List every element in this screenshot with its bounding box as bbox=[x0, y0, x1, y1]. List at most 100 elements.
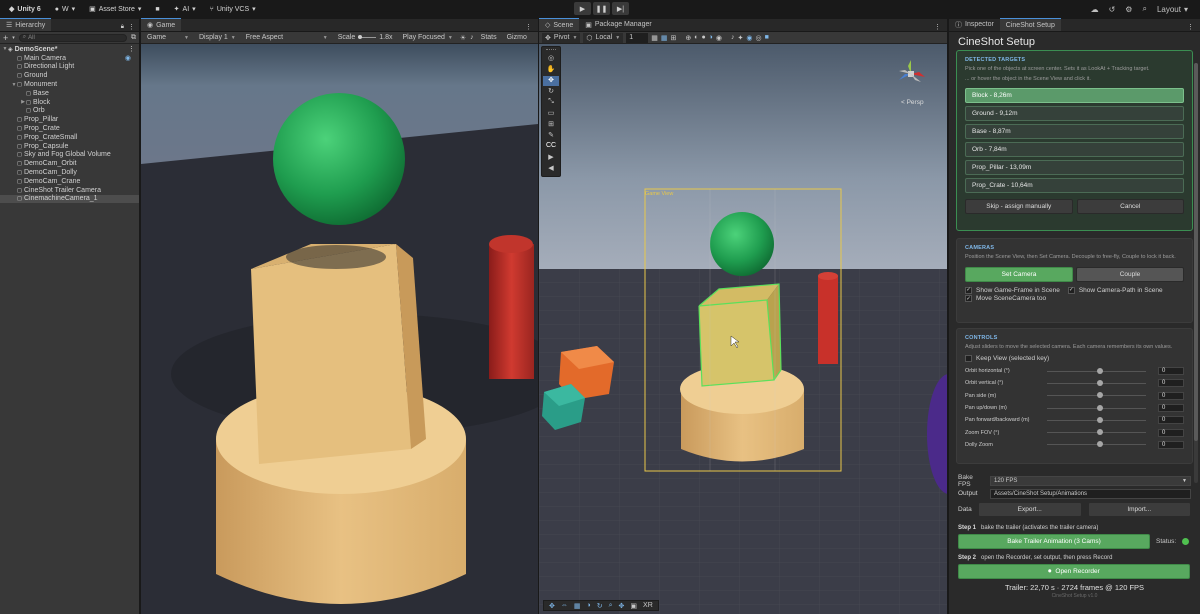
move-overlay-icon[interactable]: ✥ bbox=[549, 602, 555, 610]
hierarchy-item[interactable]: ◻ DemoCam_Crane bbox=[0, 177, 139, 186]
slider-value-field[interactable]: 0 bbox=[1158, 416, 1184, 425]
pivot-dropdown[interactable]: ✥ Pivot ▼ bbox=[542, 32, 581, 43]
pause-button[interactable]: ❚❚ bbox=[593, 2, 610, 15]
couple-button[interactable]: Couple bbox=[1076, 267, 1184, 282]
slider-knob[interactable] bbox=[1096, 441, 1103, 448]
slider-track[interactable] bbox=[1047, 379, 1146, 386]
show-camera-path-checkbox[interactable]: ✓ Show Camera-Path in Scene bbox=[1067, 285, 1163, 295]
more-icon[interactable]: ⋮ bbox=[525, 23, 538, 31]
slider-knob[interactable] bbox=[1096, 404, 1103, 411]
target-button[interactable]: Block - 8,26m bbox=[965, 88, 1184, 103]
play-button[interactable]: ▶ bbox=[574, 2, 591, 15]
target-button[interactable]: Prop_Pillar - 13,09m bbox=[965, 160, 1184, 175]
cc-button[interactable]: CC bbox=[546, 142, 556, 152]
slider-knob[interactable] bbox=[1096, 392, 1103, 399]
bake-fps-dropdown[interactable]: 120 FPS ▼ bbox=[990, 475, 1191, 486]
custom-tool-icon[interactable]: ✎ bbox=[548, 131, 554, 141]
slider-track[interactable] bbox=[1047, 441, 1146, 448]
add-icon[interactable]: + bbox=[3, 33, 8, 43]
scale-slider[interactable]: Scale 1.8x bbox=[335, 33, 396, 43]
visibility-icon[interactable]: ◉ bbox=[746, 34, 752, 42]
gizmo-icon[interactable]: ◎ bbox=[756, 34, 762, 42]
show-game-frame-checkbox[interactable]: ✓ Show Game-Frame in Scene bbox=[965, 285, 1060, 295]
bake-trailer-button[interactable]: Bake Trailer Animation (3 Cams) bbox=[958, 534, 1150, 549]
hierarchy-item[interactable]: ◻ Prop_Crate bbox=[0, 124, 139, 133]
snap-icon[interactable]: ▦ bbox=[661, 34, 668, 42]
slider-value-field[interactable]: 0 bbox=[1158, 428, 1184, 437]
view-tool-icon[interactable]: ◎ bbox=[548, 54, 554, 64]
game-viewport[interactable] bbox=[141, 44, 538, 614]
transform-tool-icon[interactable]: ⊞ bbox=[548, 120, 554, 130]
hand-tool-icon[interactable]: ✋ bbox=[547, 65, 556, 75]
zoom-overlay-icon[interactable]: ⌕ bbox=[609, 602, 613, 610]
effects-icon[interactable]: ◉ bbox=[716, 34, 722, 42]
ruler-overlay-icon[interactable]: ⇔ bbox=[561, 602, 568, 609]
scene-viewport[interactable]: Game View < Persp ◎ ✋ ✥ ↻ ⤡ ▭ ⊞ ✎ CC ▶ ◀… bbox=[539, 44, 947, 614]
grid-overlay-icon[interactable]: ▦ bbox=[574, 602, 581, 610]
cloud-icon[interactable]: ☁ bbox=[1091, 5, 1099, 14]
set-camera-button[interactable]: Set Camera bbox=[965, 267, 1073, 282]
back-overlay-icon[interactable]: ◀ bbox=[548, 164, 553, 174]
slider-track[interactable] bbox=[1047, 416, 1146, 423]
sphere-icon[interactable]: ● bbox=[701, 34, 705, 41]
layout-dropdown[interactable]: Layout ▾ bbox=[1157, 2, 1188, 16]
tab-package-manager[interactable]: ▣ Package Manager bbox=[579, 18, 657, 31]
view-globe-icon[interactable]: ⊕ bbox=[685, 34, 691, 42]
palette-grip[interactable] bbox=[546, 49, 556, 53]
unity-menu[interactable]: ◆ Unity 6 bbox=[4, 2, 46, 16]
slider-value-field[interactable]: 0 bbox=[1158, 367, 1184, 376]
output-field[interactable]: Assets/CineShot Setup/Animations bbox=[990, 488, 1191, 499]
orbit-overlay-icon[interactable]: ◑ bbox=[587, 602, 591, 609]
play-overlay-icon[interactable]: ▶ bbox=[548, 153, 553, 163]
audio-mute-icon[interactable]: ♪ bbox=[731, 34, 735, 41]
stats-toggle[interactable]: Stats bbox=[478, 33, 500, 43]
tab-game[interactable]: ◉ Game bbox=[141, 18, 182, 31]
vcs-dropdown[interactable]: ⑂ Unity VCS ▾ bbox=[205, 2, 261, 16]
slider-knob[interactable] bbox=[1096, 416, 1103, 423]
history-icon[interactable]: ↺ bbox=[1109, 5, 1116, 14]
cancel-button[interactable]: Cancel bbox=[1076, 199, 1184, 214]
xr-overlay-button[interactable]: XR bbox=[643, 602, 653, 609]
shading-icon[interactable]: ◐ bbox=[694, 34, 698, 41]
slider-track[interactable] bbox=[1047, 392, 1146, 399]
lock-icon[interactable]: 🔒︎ bbox=[121, 24, 128, 31]
hierarchy-item[interactable]: ◻ Directional Light bbox=[0, 63, 139, 72]
ai-dropdown[interactable]: ✦ AI ▾ bbox=[169, 2, 201, 16]
grid-icon[interactable]: ▦ bbox=[651, 34, 658, 42]
slider-track[interactable] bbox=[1047, 429, 1146, 436]
asset-store-dropdown[interactable]: ▣ Asset Store ▾ bbox=[84, 2, 146, 16]
hierarchy-item[interactable]: ◻ Prop_Capsule bbox=[0, 142, 139, 151]
tab-scene[interactable]: ◇ Scene bbox=[539, 18, 580, 31]
more-icon[interactable]: ⋮ bbox=[934, 23, 947, 31]
play-focused-dropdown[interactable]: Play Focused ▼ bbox=[400, 33, 456, 43]
game-mode-dropdown[interactable]: Game ▼ bbox=[144, 33, 192, 43]
slider-track[interactable] bbox=[1047, 367, 1146, 374]
screenshot-overlay-icon[interactable]: ▣ bbox=[630, 602, 637, 610]
hierarchy-item[interactable]: ▼ ◻ Monument bbox=[0, 80, 139, 89]
hierarchy-item[interactable]: ◻ Prop_CrateSmall bbox=[0, 133, 139, 142]
slider-value-field[interactable]: 0 bbox=[1158, 440, 1184, 449]
more-icon[interactable]: ⋮ bbox=[1187, 23, 1200, 31]
camera-visibility-icon[interactable]: ◉ bbox=[125, 54, 139, 62]
tab-cineshot-setup[interactable]: CineShot Setup bbox=[999, 18, 1061, 31]
hierarchy-search[interactable]: ⌕ All bbox=[18, 33, 127, 42]
rotate-tool-icon[interactable]: ↻ bbox=[548, 87, 554, 97]
hierarchy-item[interactable]: ◻ Base bbox=[0, 89, 139, 98]
slider-track[interactable] bbox=[1047, 404, 1146, 411]
bug-icon[interactable]: ☀ bbox=[460, 34, 466, 42]
tab-hierarchy[interactable]: ☰ Hierarchy bbox=[0, 18, 52, 31]
filter-icon[interactable]: ⧉ bbox=[131, 34, 136, 42]
aspect-dropdown[interactable]: Free Aspect ▼ bbox=[243, 33, 331, 43]
local-dropdown[interactable]: ⬡ Local ▼ bbox=[583, 32, 624, 43]
search-icon[interactable]: ⌕ bbox=[1142, 4, 1146, 14]
hierarchy-item[interactable]: ◻ DemoCam_Dolly bbox=[0, 168, 139, 177]
keep-view-checkbox[interactable]: Keep View (selected key) bbox=[965, 355, 1184, 362]
lighting-icon[interactable]: ◑ bbox=[709, 34, 713, 41]
import-button[interactable]: Import... bbox=[1087, 501, 1191, 517]
settings-icon[interactable]: ⚙ bbox=[1125, 5, 1132, 14]
hierarchy-item[interactable]: ▶ ◻ Block bbox=[0, 98, 139, 107]
slider-value-field[interactable]: 0 bbox=[1158, 391, 1184, 400]
rotate-overlay-icon[interactable]: ↻ bbox=[597, 602, 603, 610]
pan-overlay-icon[interactable]: ✥ bbox=[619, 602, 625, 610]
account-dropdown[interactable]: ● W ▾ bbox=[50, 2, 80, 16]
